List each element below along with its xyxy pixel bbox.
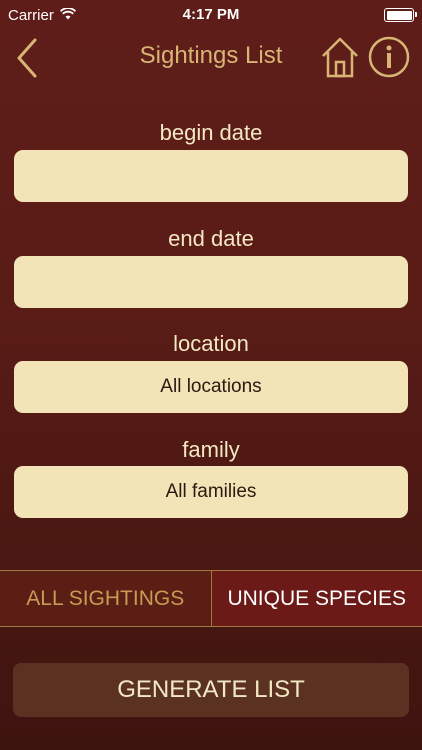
family-label: family	[182, 437, 240, 462]
end-date-label: end date	[168, 226, 254, 251]
battery-icon	[384, 8, 417, 22]
family-field[interactable]: All families	[14, 466, 408, 518]
unique-species-button[interactable]: UNIQUE SPECIES	[211, 571, 422, 626]
sightings-mode-segmented-control: ALL SIGHTINGS UNIQUE SPECIES	[0, 570, 422, 627]
status-bar: Carrier 4:17 PM	[0, 0, 422, 30]
location-field[interactable]: All locations	[14, 361, 408, 413]
all-sightings-button[interactable]: ALL SIGHTINGS	[0, 571, 212, 626]
home-button[interactable]	[321, 36, 359, 78]
status-time: 4:17 PM	[182, 6, 240, 23]
end-date-field[interactable]	[14, 256, 408, 308]
location-label: location	[173, 331, 249, 356]
home-icon	[322, 37, 358, 78]
info-button[interactable]	[368, 36, 410, 78]
begin-date-field[interactable]	[14, 150, 408, 202]
generate-list-button[interactable]: GENERATE LIST	[13, 663, 409, 717]
info-icon	[368, 36, 410, 78]
begin-date-label: begin date	[159, 120, 263, 145]
nav-bar: Sightings List	[0, 30, 422, 86]
